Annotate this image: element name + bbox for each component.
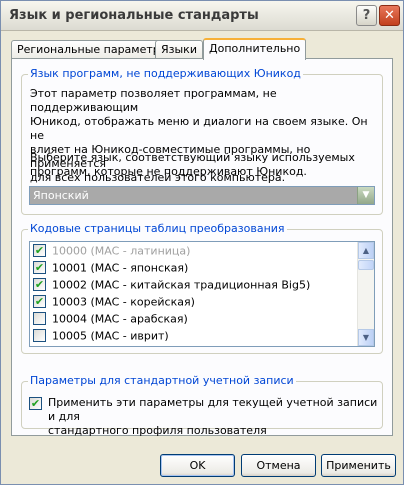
help-button[interactable]: ? [356,5,377,26]
list-item-label: 10005 (MAC - иврит) [52,329,169,343]
list-item[interactable]: ✔ 10000 (MAC - латиница) [33,243,191,261]
list-item-label: 10002 (MAC - китайская традиционная Big5… [52,278,311,292]
language-prompt: Выберите язык, соответствующий языку исп… [30,151,355,179]
non-unicode-group-title: Язык программ, не поддерживающих Юникод [28,67,303,80]
list-item-label: 10001 (MAC - японская) [52,261,189,275]
non-unicode-group: Язык программ, не поддерживающих Юникод … [21,67,383,215]
language-dropdown-value: Японский [33,189,89,202]
window-title: Язык и региональные стандарты [9,8,259,23]
prompt-line: Выберите язык, соответствующий языку исп… [30,151,355,164]
list-item[interactable]: ✔ 10002 (MAC - китайская традиционная Big… [33,277,311,295]
checkbox-checked-icon[interactable]: ✔ [33,277,46,291]
tab-languages[interactable]: Языки [155,40,203,59]
scroll-down-icon[interactable]: ▼ [358,329,374,346]
default-account-group-title: Параметры для стандартной учетной записи [28,374,296,387]
list-item[interactable]: ✔ 10003 (MAC - корейская) [33,294,195,312]
tab-panel-advanced: Язык программ, не поддерживающих Юникод … [11,58,393,437]
apply-default-label: Применить эти параметры для текущей учет… [48,396,383,438]
language-dropdown[interactable]: Японский ▼ [29,186,375,205]
checkbox-checked-icon[interactable]: ✔ [33,260,46,274]
list-item[interactable]: 10004 (MAC - арабская) [33,311,188,329]
scroll-up-icon[interactable]: ▲ [358,242,374,259]
codepages-group: Кодовые страницы таблиц преобразования ✔… [21,222,383,354]
codepages-list[interactable]: ✔ 10000 (MAC - латиница) ✔ 10001 (MAC - яп… [29,241,375,347]
close-button[interactable]: ✕ [379,5,400,26]
ok-button[interactable]: OK [160,454,235,477]
list-item-label: 10003 (MAC - корейская) [52,295,195,309]
description-line: Этот параметр позволяет программам, не п… [30,87,277,114]
checkbox-unchecked-icon[interactable] [33,311,46,325]
vertical-scrollbar[interactable]: ▲ ▼ [357,242,374,346]
description-line: Юникод, отображать меню и диалоги на сво… [30,115,368,142]
title-bar[interactable]: Язык и региональные стандарты ? ✕ [1,1,403,31]
codepages-group-title: Кодовые страницы таблиц преобразования [28,222,287,235]
apply-default-label-line: Применить эти параметры для текущей учет… [48,396,378,423]
prompt-line: программ, которые не поддерживают Юникод… [30,165,307,178]
cancel-button[interactable]: Отмена [241,454,316,477]
scrollbar-thumb[interactable] [358,260,374,270]
list-item[interactable]: 10005 (MAC - иврит) [33,328,169,346]
tab-advanced[interactable]: Дополнительно [203,38,307,60]
list-item-label: 10000 (MAC - латиница) [52,244,191,258]
apply-default-label-line: стандартного профиля пользователя [48,424,267,437]
chevron-down-icon[interactable]: ▼ [357,187,374,204]
apply-button[interactable]: Применить [321,454,396,477]
checkbox-unchecked-icon[interactable] [33,328,46,342]
checkbox-checked-icon[interactable]: ✔ [33,243,46,257]
default-account-group: Параметры для стандартной учетной записи… [21,374,383,437]
dialog-window: Язык и региональные стандарты ? ✕ Регион… [0,0,404,485]
checkbox-checked-icon[interactable]: ✔ [33,294,46,308]
list-item-label: 10004 (MAC - арабская) [52,312,188,326]
tab-regional-options[interactable]: Региональные параметры [11,40,175,59]
checkbox-checked-icon[interactable]: ✔ [29,397,42,410]
list-item[interactable]: ✔ 10001 (MAC - японская) [33,260,189,278]
